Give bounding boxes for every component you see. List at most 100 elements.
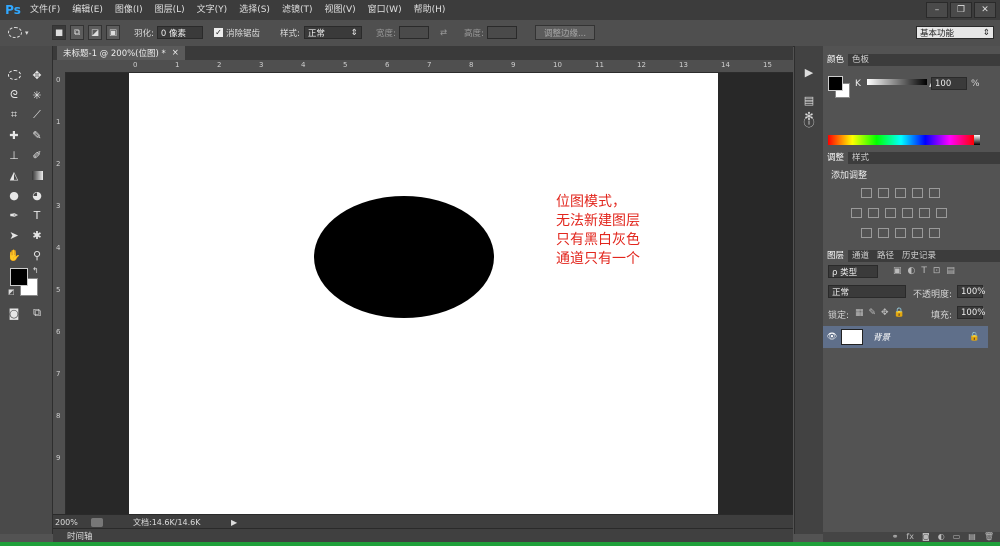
close-window-button[interactable]: ✕ [974, 2, 996, 18]
menu-select[interactable]: 选择(S) [233, 0, 276, 20]
menu-help[interactable]: 帮助(H) [408, 0, 452, 20]
bw-ramp[interactable] [974, 135, 980, 145]
tab-history[interactable]: 历史记录 [898, 250, 940, 262]
intersect-selection-icon[interactable]: ▣ [106, 25, 120, 40]
workspace-select[interactable]: 基本功能 ⇕ [916, 26, 994, 39]
feather-input[interactable]: 0 像素 [156, 26, 203, 39]
threshold-icon[interactable] [895, 228, 906, 238]
status-icon[interactable] [91, 517, 103, 527]
document-tab[interactable]: 未标题-1 @ 200%(位图) * × [57, 46, 185, 60]
tab-adjustments[interactable]: 调整 [823, 152, 849, 164]
posterize-icon[interactable] [878, 228, 889, 238]
invert-icon[interactable] [861, 228, 872, 238]
channel-mixer-icon[interactable] [919, 208, 930, 218]
new-selection-icon[interactable]: ■ [52, 25, 66, 40]
type-tool-icon[interactable]: T [27, 206, 47, 224]
crop-tool-icon[interactable]: ⌗ [4, 106, 24, 124]
swap-icon[interactable]: ⇄ [440, 25, 447, 40]
document-canvas[interactable]: 位图模式， 无法新建图层 只有黑白灰色 通道只有一个 [129, 73, 718, 514]
foreground-color-swatch[interactable] [10, 268, 28, 286]
tab-layers[interactable]: 图层 [823, 250, 849, 262]
k-value-field[interactable]: 100 [931, 77, 967, 90]
color-lookup-icon[interactable] [936, 208, 947, 218]
layer-row-background[interactable]: 👁 背景 🔒 [823, 326, 988, 348]
eraser-tool-icon[interactable]: ◭ [4, 166, 24, 184]
tool-preset-picker[interactable]: ▾ [8, 25, 29, 40]
menu-type[interactable]: 文字(Y) [191, 0, 234, 20]
add-selection-icon[interactable]: ⧉ [70, 25, 84, 40]
elliptical-marquee-tool-icon[interactable] [4, 66, 24, 84]
tab-swatches[interactable]: 色板 [848, 54, 873, 66]
info-icon[interactable]: ⓘ [800, 114, 818, 130]
eyedropper-tool-icon[interactable]: ⟋ [27, 106, 47, 124]
color-ramp[interactable] [828, 135, 974, 145]
brightness-icon[interactable] [861, 188, 872, 198]
layer-name[interactable]: 背景 [873, 331, 969, 343]
layer-filter-select[interactable]: ρ 类型 [828, 265, 878, 278]
black-white-icon[interactable] [885, 208, 896, 218]
opacity-field[interactable]: 100% [957, 285, 985, 298]
brush-tool-icon[interactable]: ✎ [27, 126, 47, 144]
refine-edge-button[interactable]: 调整边缘... [535, 25, 595, 40]
menu-layer[interactable]: 图层(L) [149, 0, 191, 20]
path-selection-tool-icon[interactable]: ➤ [4, 226, 24, 244]
swap-colors-icon[interactable]: ↰ [32, 266, 39, 275]
custom-shape-tool-icon[interactable]: ✱ [27, 226, 47, 244]
zoom-tool-icon[interactable]: ⚲ [27, 246, 47, 264]
restore-button[interactable]: ❐ [950, 2, 972, 18]
menu-filter[interactable]: 滤镜(T) [276, 0, 319, 20]
tab-color[interactable]: 颜色 [823, 54, 849, 66]
hue-saturation-icon[interactable] [851, 208, 862, 218]
hand-tool-icon[interactable]: ✋ [4, 246, 24, 264]
clone-stamp-tool-icon[interactable]: ⊥ [4, 146, 24, 164]
tab-styles[interactable]: 样式 [848, 152, 873, 164]
blend-mode-select[interactable]: 正常 [828, 285, 906, 298]
style-select[interactable]: 正常 ⇕ [303, 26, 362, 39]
close-tab-icon[interactable]: × [172, 48, 179, 58]
k-slider[interactable] [867, 79, 927, 85]
history-brush-tool-icon[interactable]: ✐ [27, 146, 47, 164]
gradient-tool-icon[interactable] [27, 166, 47, 184]
history-icon[interactable]: ▤ [800, 92, 818, 108]
tab-channels[interactable]: 通道 [848, 250, 873, 262]
healing-brush-tool-icon[interactable]: ✚ [4, 126, 24, 144]
pen-tool-icon[interactable]: ✒ [4, 206, 24, 224]
color-foreground-swatch[interactable] [828, 76, 843, 91]
timeline-tab[interactable]: 时间轴 [53, 530, 93, 542]
subtract-selection-icon[interactable]: ◪ [88, 25, 102, 40]
lock-icons[interactable]: ▦✎✥🔒 [855, 308, 910, 318]
gradient-map-icon[interactable] [912, 228, 923, 238]
play-icon[interactable]: ▶ [800, 64, 818, 80]
width-input[interactable] [398, 26, 429, 39]
exposure-icon[interactable] [912, 188, 923, 198]
blur-tool-icon[interactable]: ● [4, 186, 24, 204]
menu-image[interactable]: 图像(I) [109, 0, 149, 20]
menu-window[interactable]: 窗口(W) [362, 0, 408, 20]
levels-icon[interactable] [878, 188, 889, 198]
status-arrow-icon[interactable]: ▶ [231, 518, 237, 527]
curves-icon[interactable] [895, 188, 906, 198]
fill-field[interactable]: 100% [957, 306, 985, 319]
magic-wand-tool-icon[interactable]: ✳ [27, 86, 47, 104]
lasso-tool-icon[interactable]: ᘓ [4, 86, 24, 104]
menu-file[interactable]: 文件(F) [24, 0, 66, 20]
vibrance-icon[interactable] [929, 188, 940, 198]
visibility-eye-icon[interactable]: 👁 [823, 332, 841, 342]
tab-paths[interactable]: 路径 [873, 250, 898, 262]
default-colors-icon[interactable]: ◩ [8, 288, 15, 296]
move-tool-icon[interactable]: ✥ [27, 66, 47, 84]
menu-edit[interactable]: 编辑(E) [66, 0, 109, 20]
selective-color-icon[interactable] [929, 228, 940, 238]
screen-mode-icon[interactable]: ⧉ [27, 304, 47, 322]
menu-view[interactable]: 视图(V) [318, 0, 361, 20]
height-input[interactable] [486, 26, 517, 39]
zoom-level[interactable]: 200% [53, 518, 91, 527]
layer-filter-icons[interactable]: ▣◐T⊡▤ [893, 266, 961, 276]
canvas-workspace: 位图模式， 无法新建图层 只有黑白灰色 通道只有一个 [66, 73, 793, 514]
dodge-tool-icon[interactable]: ◕ [27, 186, 47, 204]
photo-filter-icon[interactable] [902, 208, 913, 218]
color-balance-icon[interactable] [868, 208, 879, 218]
minimize-button[interactable]: – [926, 2, 948, 18]
quick-mask-icon[interactable]: ◙ [4, 304, 24, 322]
antialias-checkbox[interactable]: ✓ [214, 28, 223, 37]
